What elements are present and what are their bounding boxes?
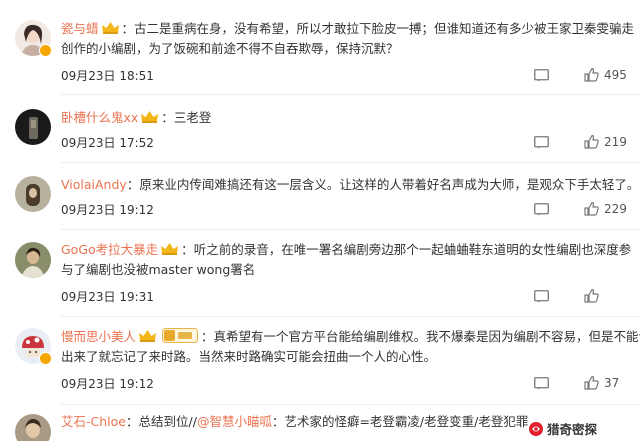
level-badge-icon (162, 328, 199, 343)
avatar[interactable] (15, 109, 51, 145)
verified-badge (39, 44, 52, 57)
watermark: 猎奇密探 (528, 419, 597, 438)
watermark-logo-icon (528, 421, 544, 437)
comment-text-line: 总结到位//@智慧小瞄呱：艺术家的怪癖=老登霸凌/老登变重/老登犯罪 (138, 414, 529, 429)
comment-text-line: 原来业内传闻难搞还有这一层含义。让这样的人带着好名声成为大师，是观众下手太轻了。 (139, 177, 640, 192)
comment-username[interactable]: 慢而思小美人 (61, 329, 136, 344)
like-icon[interactable] (584, 375, 599, 390)
mention-link[interactable]: @智慧小瞄呱 (197, 414, 272, 429)
comment-time: 09月23日 18:51 (61, 69, 154, 83)
comment-text-line: 创作的小编剧，为了饭碗和前途不得不自吞欺辱，保持沉默？ (61, 41, 399, 56)
comment-time: 09月23日 19:12 (61, 377, 154, 391)
reply-icon[interactable] (534, 377, 549, 390)
like-count: 495 (604, 68, 627, 82)
verified-badge (39, 352, 52, 365)
divider (61, 162, 640, 163)
comment-username[interactable]: GoGo考拉大暴走 (61, 242, 158, 257)
avatar[interactable] (15, 176, 51, 212)
crown-icon (160, 242, 179, 256)
comment-text-line: 古二是重病在身，没有希望，所以才敢拉下脸皮一搏；但谁知道还有多少被王家卫秦雯骗走 (134, 21, 635, 36)
comment-username[interactable]: 卧槽什么鬼xx (61, 110, 138, 125)
reply-icon[interactable] (534, 203, 549, 216)
comment-text-line: 三老登 (173, 110, 212, 125)
divider (61, 404, 640, 405)
comment-username[interactable]: 艾石-Chloe (61, 414, 126, 429)
avatar[interactable] (15, 242, 51, 278)
comment-text-line: 出来了就忘记了来时路。当然来时路确实可能会扭曲一个人的心性。 (61, 349, 437, 364)
comment-text-line: 与了编剧也没被master wong署名 (61, 262, 256, 277)
like-icon[interactable] (584, 201, 599, 216)
comment-text-line: 听之前的录音，在唯一署名编剧旁边那个一起蛐蛐鞋东道明的女性编剧也深度参 (193, 242, 632, 257)
like-count: 37 (604, 376, 620, 390)
like-icon[interactable] (584, 288, 599, 303)
divider (61, 316, 640, 317)
divider (61, 229, 640, 230)
watermark-text: 猎奇密探 (547, 422, 598, 437)
like-icon[interactable] (584, 67, 599, 82)
crown-icon (138, 329, 157, 343)
crown-icon (140, 110, 159, 124)
like-icon[interactable] (584, 134, 599, 149)
reply-icon[interactable] (534, 69, 549, 82)
comment-username[interactable]: 瓷与蜡 (61, 21, 99, 36)
divider (61, 94, 640, 95)
reply-icon[interactable] (534, 290, 549, 303)
comment-time: 09月23日 19:12 (61, 203, 154, 217)
reply-icon[interactable] (534, 136, 549, 149)
like-count: 219 (604, 135, 627, 149)
crown-icon (101, 21, 120, 35)
comment-text-line: 真希望有一个官方平台能给编剧维权。我不爆秦是因为编剧不容易，但是不能说 (213, 329, 640, 344)
comment-username[interactable]: ViolaiAndy (61, 177, 127, 192)
comment-time: 09月23日 19:31 (61, 290, 154, 304)
comment-time: 09月23日 17:52 (61, 136, 154, 150)
avatar[interactable] (15, 414, 51, 441)
like-count: 229 (604, 202, 627, 216)
